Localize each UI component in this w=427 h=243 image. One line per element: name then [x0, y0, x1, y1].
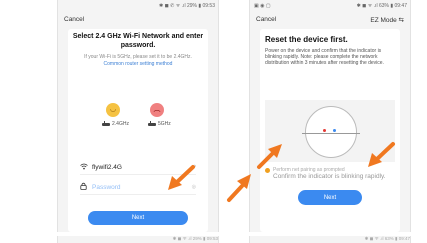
page-title: Reset the device first. [265, 35, 348, 44]
band-2g: 2.4GHz [102, 120, 129, 127]
indicator-light-red [323, 129, 326, 132]
status-left: ▣ ◉ ▢ [254, 3, 271, 9]
reset-card: Reset the device first. Power on the dev… [260, 29, 400, 232]
cancel-button[interactable]: Cancel [64, 16, 84, 23]
nav-bar: Cancel [58, 14, 218, 26]
next-screen-peek: ✱ ◼ ᯤ .ıl 63% ▮ 09:47 [249, 236, 411, 243]
annotation-arrow-icon [368, 142, 395, 167]
band-5g: 5GHz [148, 120, 171, 127]
indicator-light-blue [333, 129, 336, 132]
next-screen-peek: ✱ ◼ ᯤ .ıl 29% ▮ 09:53 [57, 236, 219, 243]
subtitle: If your Wi-Fi is 5GHz, please set it to … [74, 54, 202, 67]
reset-device-screen: ▣ ◉ ▢ ✱ ◼ ᯤ .ıl 63% ▮ 09:47 Cancel EZ Mo… [249, 0, 411, 232]
wifi-icon [80, 163, 92, 172]
subtitle-text: If your Wi-Fi is 5GHz, please set it to … [84, 54, 192, 60]
device-icon [302, 106, 360, 158]
status-right: ✱ ◼ ᯤ .ıl 29% ▮ 09:53 [172, 236, 218, 241]
status-right: ✱ ◼ ᯤ .ıl 63% ▮ 09:47 [356, 3, 407, 9]
confirm-label: Confirm the indicator is blinking rapidl… [273, 173, 386, 180]
cancel-button[interactable]: Cancel [256, 16, 276, 23]
router-icon [102, 120, 110, 126]
happy-face-icon: ◡ [106, 103, 120, 117]
next-button[interactable]: Next [88, 211, 188, 225]
next-button[interactable]: Next [298, 190, 362, 205]
lock-icon [80, 182, 92, 192]
band-2g-label: 2.4GHz [112, 121, 129, 127]
divider [80, 194, 196, 195]
wifi-card: Select 2.4 GHz Wi-Fi Network and enter p… [68, 29, 208, 232]
wifi-setup-screen: ✱ ◼ ✆ ᯤ .ıl 29% ▮ 09:53 Cancel Select 2.… [57, 0, 219, 232]
sad-face-icon: ︵ [150, 103, 164, 117]
instructions: Power on the device and confirm that the… [265, 48, 384, 67]
annotation-arrow-icon [168, 165, 195, 190]
band-5g-label: 5GHz [158, 121, 171, 127]
router-icon [148, 120, 156, 126]
ez-mode-switch[interactable]: EZ Mode ⇆ [370, 16, 404, 24]
nav-bar: Cancel EZ Mode ⇆ [250, 14, 410, 26]
router-setting-link[interactable]: Common router setting method [104, 61, 173, 67]
status-bar: ▣ ◉ ▢ ✱ ◼ ᯤ .ıl 63% ▮ 09:47 [250, 3, 407, 11]
annotation-arrow-icon [257, 144, 282, 169]
page-title: Select 2.4 GHz Wi-Fi Network and enter p… [72, 33, 204, 49]
status-bar: ✱ ◼ ✆ ᯤ .ıl 29% ▮ 09:53 [58, 3, 215, 11]
status-right: ✱ ◼ ᯤ .ıl 63% ▮ 09:47 [364, 236, 410, 241]
annotation-arrow-icon [227, 174, 251, 202]
status-right: ✱ ◼ ✆ ᯤ .ıl 29% ▮ 09:53 [159, 3, 215, 9]
